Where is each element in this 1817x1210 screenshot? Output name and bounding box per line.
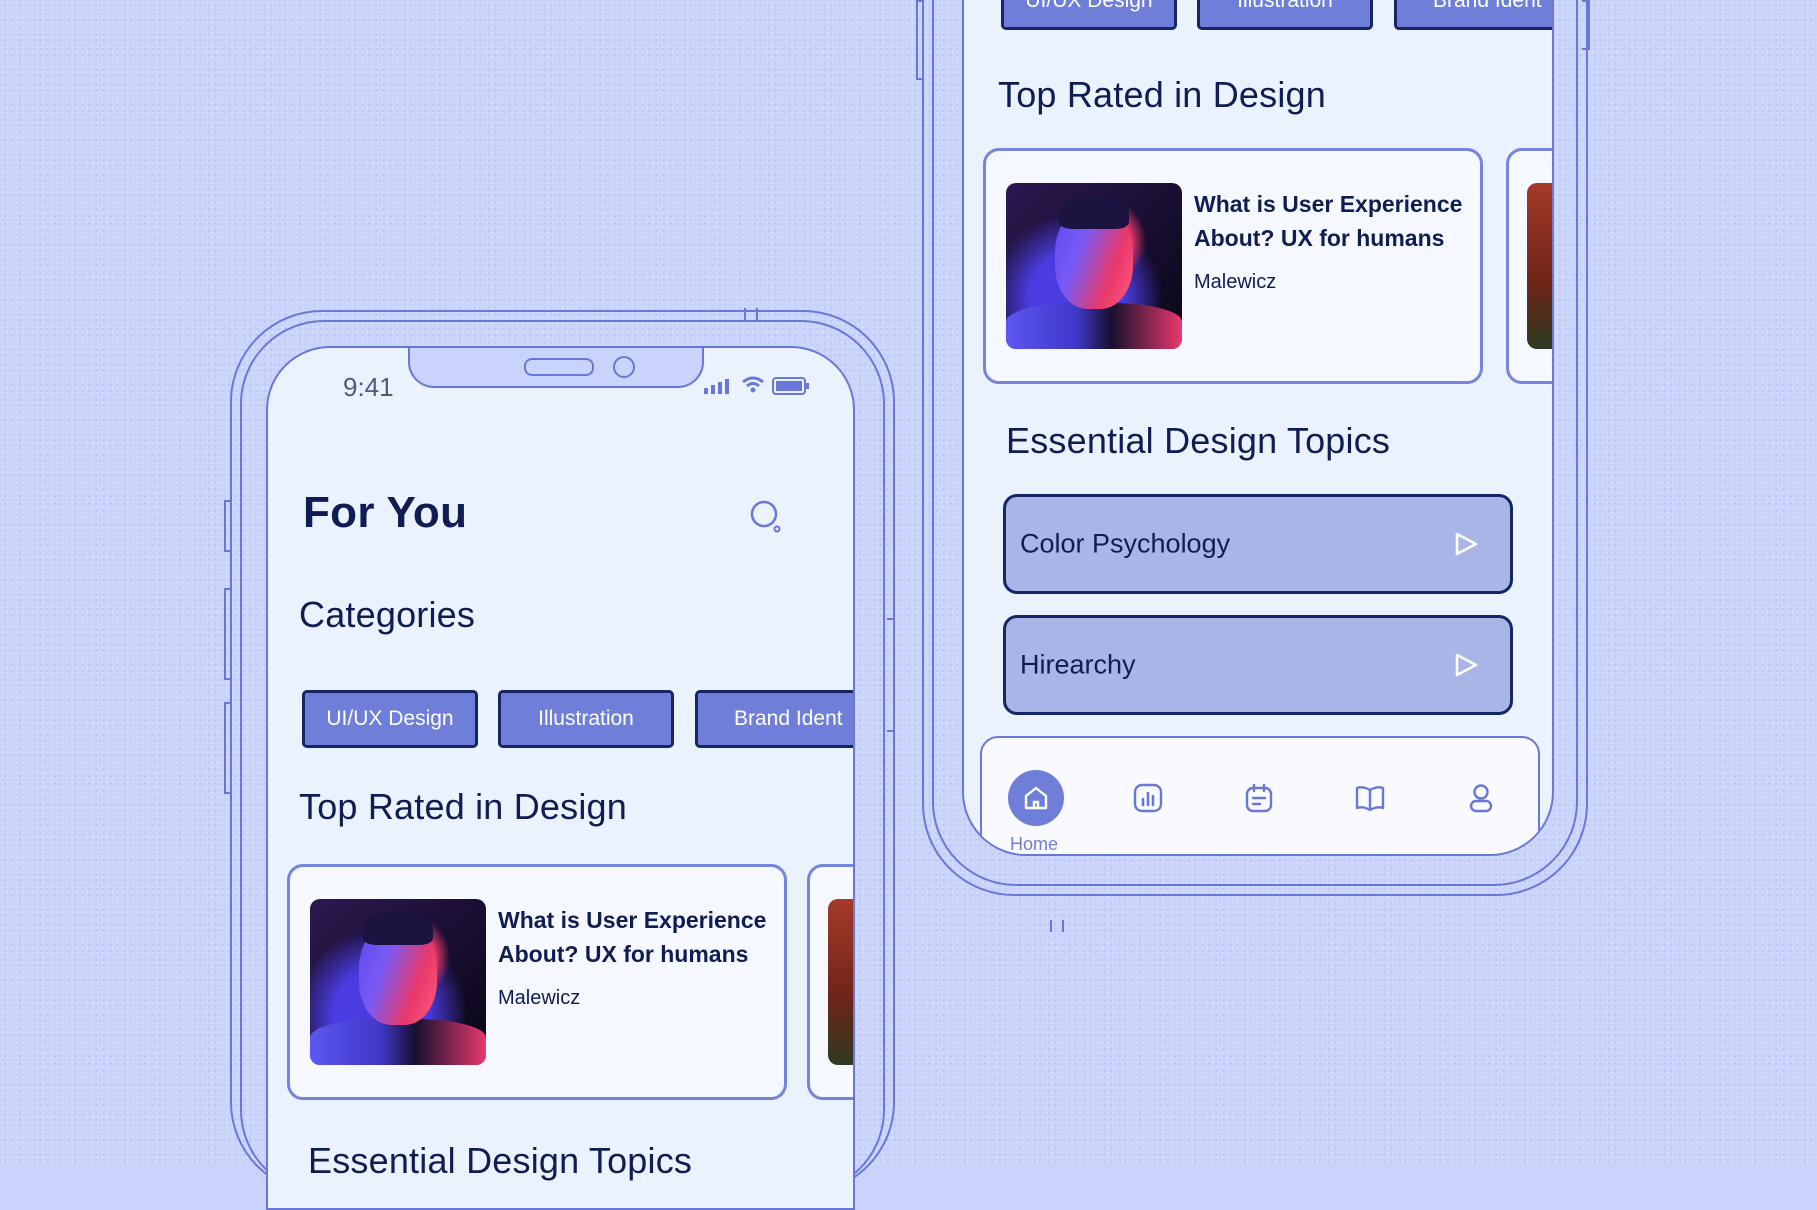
- topic-color-psychology[interactable]: Color Psychology: [1003, 494, 1513, 594]
- volume-button: [224, 500, 232, 552]
- phone-right-screen: UI/UX Design Illustration Brand Ident To…: [962, 0, 1554, 856]
- topics-heading: Essential Design Topics: [308, 1140, 693, 1181]
- category-chip[interactable]: Brand Ident: [695, 690, 853, 748]
- course-card[interactable]: What is User Experience About? UX for hu…: [287, 864, 787, 1100]
- stats-icon: [1133, 783, 1163, 813]
- topic-hierarchy[interactable]: Hirearchy: [1003, 615, 1513, 715]
- course-title: About? UX for humans: [1194, 225, 1445, 251]
- wifi-icon: [742, 376, 764, 393]
- volume-button: [224, 702, 232, 794]
- search-icon[interactable]: [750, 500, 782, 534]
- course-title: What is User Experience: [1194, 191, 1463, 217]
- course-card[interactable]: What is User Experience About? UX for hu…: [983, 148, 1483, 384]
- category-chip[interactable]: UI/UX Design: [1001, 0, 1177, 30]
- signal-icon: [704, 379, 729, 394]
- play-icon[interactable]: [1452, 651, 1480, 679]
- book-icon: [1355, 786, 1385, 812]
- antenna-line: [744, 308, 758, 320]
- course-card-peek[interactable]: [1506, 148, 1552, 384]
- nav-profile[interactable]: [1453, 770, 1509, 826]
- phone-left-screen: 9:41 For You Categories UI/UX Design Ill…: [266, 346, 855, 1210]
- topics-heading: Essential Design Topics: [1006, 420, 1391, 461]
- course-thumbnail: [1006, 183, 1182, 349]
- category-chip[interactable]: Illustration: [498, 690, 674, 748]
- course-thumbnail: [310, 899, 486, 1065]
- antenna-line: [1050, 920, 1064, 932]
- power-button: [887, 618, 895, 732]
- top-rated-heading: Top Rated in Design: [299, 786, 627, 827]
- category-chip[interactable]: Illustration: [1197, 0, 1373, 30]
- top-rated-heading: Top Rated in Design: [998, 74, 1326, 115]
- volume-button: [224, 588, 232, 680]
- category-chip[interactable]: Brand Ident: [1394, 0, 1552, 30]
- power-button: [1582, 0, 1590, 50]
- course-title: What is User Experience: [498, 907, 767, 933]
- course-card-peek[interactable]: [807, 864, 853, 1100]
- bottom-navigation: Home: [980, 736, 1540, 854]
- course-author: Malewicz: [1194, 271, 1277, 293]
- home-icon: [1024, 786, 1048, 810]
- nav-library[interactable]: [1342, 770, 1398, 826]
- play-icon[interactable]: [1452, 530, 1480, 558]
- nav-home-label: Home: [1010, 834, 1059, 854]
- phone-right: UI/UX Design Illustration Brand Ident To…: [916, 0, 1592, 940]
- course-author: Malewicz: [498, 987, 581, 1009]
- categories-heading: Categories: [299, 594, 476, 635]
- page-title: For You: [303, 488, 468, 537]
- status-time: 9:41: [343, 372, 394, 402]
- volume-button: [916, 0, 924, 80]
- nav-home[interactable]: [1008, 770, 1064, 826]
- category-chip[interactable]: UI/UX Design: [302, 690, 478, 748]
- phone-left: 9:41 For You Categories UI/UX Design Ill…: [224, 308, 895, 1210]
- camera-icon: [613, 356, 635, 378]
- topic-label: Color Psychology: [1020, 528, 1231, 559]
- course-title: About? UX for humans: [498, 941, 749, 967]
- speaker-icon: [524, 358, 594, 376]
- profile-icon: [1469, 784, 1493, 813]
- nav-stats[interactable]: [1120, 770, 1176, 826]
- calendar-icon: [1245, 783, 1273, 813]
- topic-label: Hirearchy: [1020, 649, 1136, 680]
- course-thumbnail: [828, 899, 853, 1065]
- course-thumbnail: [1527, 183, 1552, 349]
- nav-calendar[interactable]: [1231, 770, 1287, 826]
- battery-icon: [772, 377, 809, 395]
